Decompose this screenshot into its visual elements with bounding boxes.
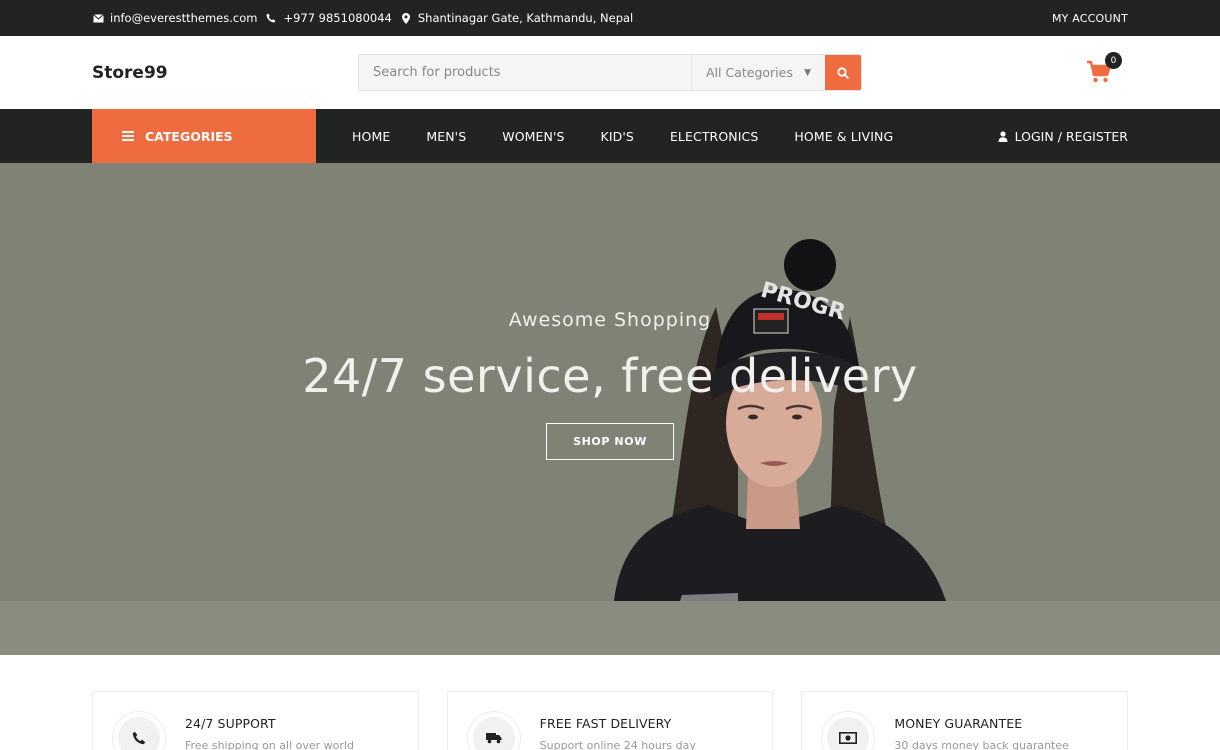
feature-icon-wrap [822, 712, 875, 750]
email-text: info@everestthemes.com [110, 11, 258, 25]
hero-title: 24/7 service, free delivery [302, 349, 918, 403]
nav-menu: HOME MEN'S WOMEN'S KID'S ELECTRONICS HOM… [334, 129, 911, 144]
address-contact: Shantinagar Gate, Kathmandu, Nepal [400, 11, 633, 25]
nav-item-home-living[interactable]: HOME & LIVING [776, 129, 911, 144]
category-select[interactable]: All Categories ▼ [691, 55, 825, 90]
feature-title: 24/7 SUPPORT [185, 716, 276, 731]
hero-subtitle: Awesome Shopping [508, 309, 712, 331]
login-register-label: LOGIN / REGISTER [1014, 128, 1128, 144]
feature-icon-wrap [467, 712, 520, 750]
cart-button[interactable]: 0 [1086, 52, 1122, 86]
hero-banner: PROGR Awesome Shopping 24/7 service, fre… [0, 163, 1220, 655]
category-select-value: All Categories [706, 65, 793, 80]
site-logo[interactable]: Store99 [92, 63, 358, 83]
nav-item-womens[interactable]: WOMEN'S [484, 129, 582, 144]
phone-icon [132, 731, 146, 745]
main-nav: CATEGORIES HOME MEN'S WOMEN'S KID'S ELEC… [0, 109, 1220, 163]
nav-item-electronics[interactable]: ELECTRONICS [652, 129, 776, 144]
email-contact[interactable]: info@everestthemes.com [92, 11, 257, 25]
feature-title: FREE FAST DELIVERY [539, 716, 672, 731]
search-button[interactable] [825, 55, 861, 90]
feature-title: MONEY GUARANTEE [894, 716, 1023, 731]
nav-item-home[interactable]: HOME [334, 129, 408, 144]
map-marker-icon [400, 12, 412, 24]
top-bar: info@everestthemes.com +977 9851080044 S… [0, 0, 1220, 36]
feature-card-delivery: FREE FAST DELIVERY Support online 24 hou… [446, 691, 774, 750]
categories-button[interactable]: CATEGORIES [92, 109, 316, 163]
categories-label: CATEGORIES [145, 128, 233, 144]
features-row: 24/7 SUPPORT Free shipping on all over w… [0, 655, 1220, 750]
search-input[interactable] [359, 55, 691, 90]
search-icon [837, 66, 849, 79]
feature-desc: Free shipping on all over world [185, 739, 354, 750]
shop-now-button[interactable]: SHOP NOW [546, 423, 674, 460]
envelope-icon [92, 12, 104, 24]
feature-card-support: 24/7 SUPPORT Free shipping on all over w… [92, 691, 419, 750]
feature-desc: 30 days money back guarantee [894, 739, 1069, 750]
phone-icon [265, 12, 277, 24]
user-icon [998, 130, 1008, 142]
caret-down-icon: ▼ [804, 67, 811, 78]
nav-item-kids[interactable]: KID'S [583, 129, 652, 144]
phone-contact[interactable]: +977 9851080044 [265, 11, 392, 25]
feature-card-money: MONEY GUARANTEE 30 days money back guara… [801, 691, 1129, 750]
login-register-link[interactable]: LOGIN / REGISTER [998, 129, 1128, 144]
address-text: Shantinagar Gate, Kathmandu, Nepal [417, 11, 634, 25]
feature-desc: Support online 24 hours day [539, 739, 696, 750]
hero-content: Awesome Shopping 24/7 service, free deli… [0, 309, 1220, 460]
search-bar: All Categories ▼ [358, 54, 862, 91]
header: Store99 All Categories ▼ 0 [0, 36, 1220, 109]
phone-text: +977 9851080044 [283, 11, 392, 25]
truck-icon [485, 733, 502, 744]
my-account-link[interactable]: MY ACCOUNT [1052, 12, 1128, 25]
feature-icon-wrap [113, 712, 165, 750]
hamburger-icon [122, 131, 134, 141]
cart-count-badge: 0 [1105, 52, 1122, 69]
nav-item-mens[interactable]: MEN'S [408, 129, 484, 144]
money-icon [839, 732, 858, 744]
